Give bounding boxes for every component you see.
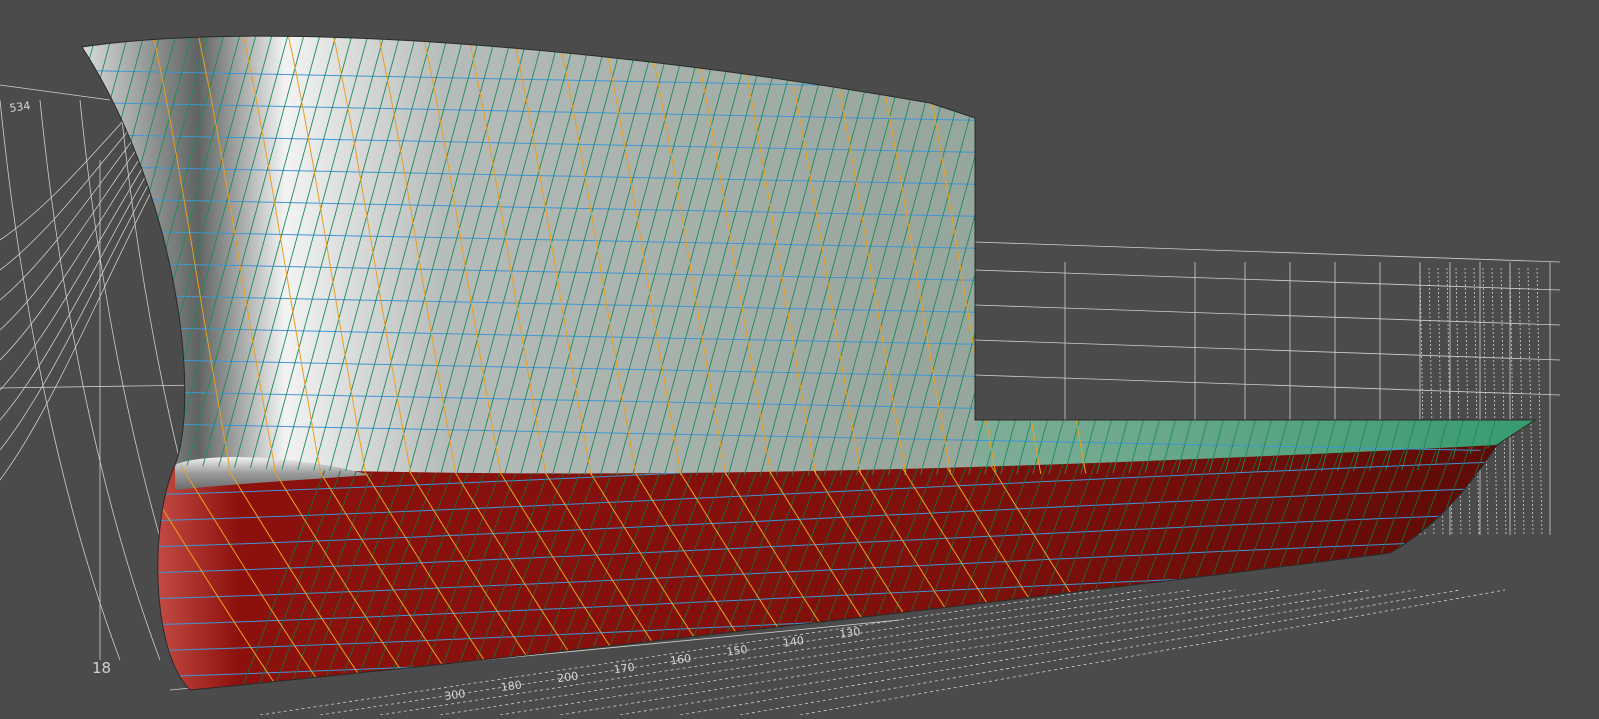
buttock-line [1125,36,1317,476]
buttock-line [997,36,1189,476]
buttock-line [1061,36,1253,476]
wire-line [1464,267,1471,536]
wire-line [974,374,1561,396]
wire-line [0,84,111,101]
buttock-line [1526,430,1599,715]
wire-line [1491,267,1498,536]
buttock-line [1205,36,1397,476]
station-line [959,36,1091,476]
wire-line [974,304,1561,326]
buttock-line [82,36,101,476]
wire-line [1482,267,1489,536]
wire-line [1527,267,1534,536]
buttock-line [1093,36,1285,476]
wire-line [1500,267,1507,536]
hull-scene[interactable]: 534 18 300 180 200 170 160 150 140 130 [0,0,1599,716]
scale-label: 130 [839,625,862,641]
station-label-left: 18 [92,659,111,677]
3d-hull-viewport[interactable]: 534 18 300 180 200 170 160 150 140 130 [0,0,1599,716]
wire-line [974,269,1561,291]
wire-curve [0,99,121,661]
buttock-line [1141,36,1333,476]
scale-label: 140 [782,634,805,650]
buttock-line [82,36,117,476]
scale-label: 150 [726,643,749,659]
buttock-line [1029,36,1221,476]
buttock-line [1590,430,1599,715]
buttock-line [1237,36,1429,476]
buttock-line [1301,36,1493,476]
hull-upper-surface[interactable] [82,36,1535,476]
buttock-line [1397,36,1535,476]
station-line [1004,36,1136,476]
buttock-line [1221,36,1413,476]
buttock-line [1558,430,1599,715]
buttock-line [1413,36,1535,476]
buttock-line [1349,36,1535,476]
wire-line [974,339,1561,361]
buttock-line [1381,36,1535,476]
buttock-line [1013,36,1205,476]
corner-label: 534 [9,99,32,115]
scale-label: 160 [669,652,692,668]
buttock-line [1189,36,1381,476]
wire-line [1509,267,1516,536]
wire-line [1518,267,1525,536]
buttock-line [1157,36,1349,476]
buttock-line [965,36,1157,476]
buttock-line [1109,36,1301,476]
wire-line [1473,267,1480,536]
wire-line [974,241,1561,263]
buttock-line [1477,445,1497,690]
buttock-line [1077,36,1269,476]
scale-label: 300 [444,687,467,703]
buttock-line [1173,36,1365,476]
buttock-line [1510,430,1599,715]
scale-label: 180 [500,678,523,694]
buttock-line [1285,36,1477,476]
scale-label: 200 [556,669,579,685]
buttock-line [949,36,1141,476]
buttock-line [82,36,133,476]
wire-line [1536,267,1543,536]
buttock-line [1574,430,1599,715]
buttock-line [1542,430,1599,715]
buttock-line [1269,36,1461,476]
buttock-line [1365,36,1535,476]
buttock-line [1045,36,1237,476]
buttock-line [1333,36,1525,476]
scale-label: 170 [613,661,636,677]
buttock-line [1461,445,1497,690]
buttock-line [1253,36,1445,476]
buttock-line [1317,36,1509,476]
